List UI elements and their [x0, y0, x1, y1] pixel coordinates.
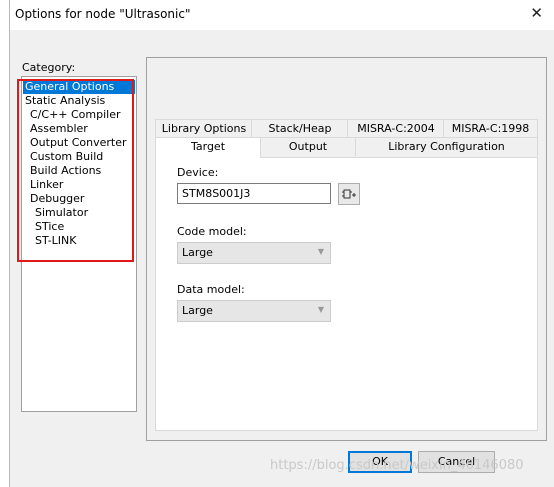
category-item-simulator[interactable]: Simulator: [23, 206, 145, 220]
chip-browse-icon: [342, 189, 356, 199]
device-field[interactable]: STM8S001J3: [177, 183, 331, 204]
category-item-output-converter[interactable]: Output Converter: [23, 136, 140, 150]
target-page: Device: STM8S001J3 Code model: Large ▼ D…: [155, 157, 538, 431]
dialog-title: Options for node "Ultrasonic": [15, 7, 191, 21]
category-item-static-analysis[interactable]: Static Analysis: [23, 94, 135, 108]
code-model-label: Code model:: [177, 225, 247, 238]
data-model-label: Data model:: [177, 283, 245, 296]
options-panel: Library Options Stack/Heap MISRA-C:2004 …: [146, 57, 547, 441]
device-label: Device:: [177, 166, 219, 179]
category-item-build-actions[interactable]: Build Actions: [23, 164, 140, 178]
tab-output[interactable]: Output: [259, 137, 357, 156]
tab-stack-heap[interactable]: Stack/Heap: [251, 119, 349, 138]
category-item-assembler[interactable]: Assembler: [23, 122, 140, 136]
watermark-text: https://blog.csdn.net/weixin_46146080: [270, 458, 524, 473]
chevron-down-icon: ▼: [317, 305, 324, 314]
category-item-c-cpp-compiler[interactable]: C/C++ Compiler: [23, 108, 140, 122]
code-model-select[interactable]: Large ▼: [177, 242, 331, 264]
category-item-st-link[interactable]: ST-LINK: [23, 234, 145, 248]
tab-library-configuration[interactable]: Library Configuration: [355, 137, 538, 156]
tab-target[interactable]: Target: [155, 137, 261, 158]
chevron-down-icon: ▼: [317, 247, 324, 256]
category-item-linker[interactable]: Linker: [23, 178, 140, 192]
tab-misra-c-1998[interactable]: MISRA-C:1998: [443, 119, 538, 138]
category-item-stice[interactable]: STice: [23, 220, 145, 234]
tab-library-options[interactable]: Library Options: [155, 119, 253, 138]
category-item-debugger[interactable]: Debugger: [23, 192, 140, 206]
category-label: Category:: [22, 61, 76, 74]
close-icon[interactable]: ✕: [530, 4, 543, 22]
data-model-value: Large: [182, 304, 213, 317]
code-model-value: Large: [182, 246, 213, 259]
category-item-general-options[interactable]: General Options: [23, 80, 135, 94]
title-bar: Options for node "Ultrasonic" ✕: [10, 0, 554, 30]
category-list[interactable]: General Options Static Analysis C/C++ Co…: [21, 76, 137, 412]
options-dialog: Options for node "Ultrasonic" ✕ Category…: [9, 0, 554, 487]
data-model-select[interactable]: Large ▼: [177, 300, 331, 322]
device-select-button[interactable]: [338, 183, 360, 205]
tab-misra-c-2004[interactable]: MISRA-C:2004: [347, 119, 445, 138]
category-item-custom-build[interactable]: Custom Build: [23, 150, 140, 164]
